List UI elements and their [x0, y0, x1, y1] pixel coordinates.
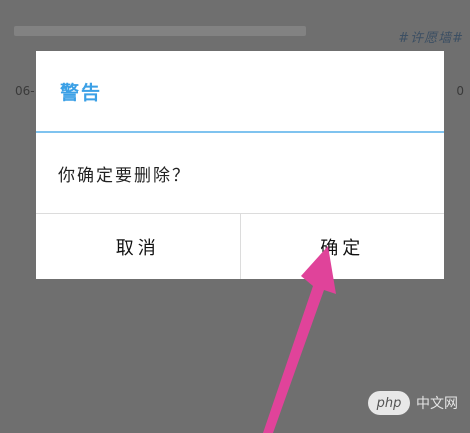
background-hashtag: #许愿墙# — [398, 31, 464, 46]
watermark-badge: php — [368, 391, 410, 415]
dialog-title: 警告 — [60, 81, 103, 104]
background-date: 06- — [15, 84, 35, 98]
dialog-message: 你确定要删除？ — [58, 165, 191, 186]
cancel-button[interactable]: 取消 — [36, 214, 240, 279]
background-text-line — [14, 26, 306, 36]
confirm-button[interactable]: 确定 — [239, 214, 445, 279]
watermark: php 中文网 — [368, 391, 458, 415]
dialog-button-row: 取消 确定 — [36, 213, 444, 279]
warning-dialog: 警告 你确定要删除？ 取消 确定 — [36, 51, 444, 279]
watermark-text: 中文网 — [416, 396, 458, 412]
background-right-text: 0 — [456, 84, 464, 98]
